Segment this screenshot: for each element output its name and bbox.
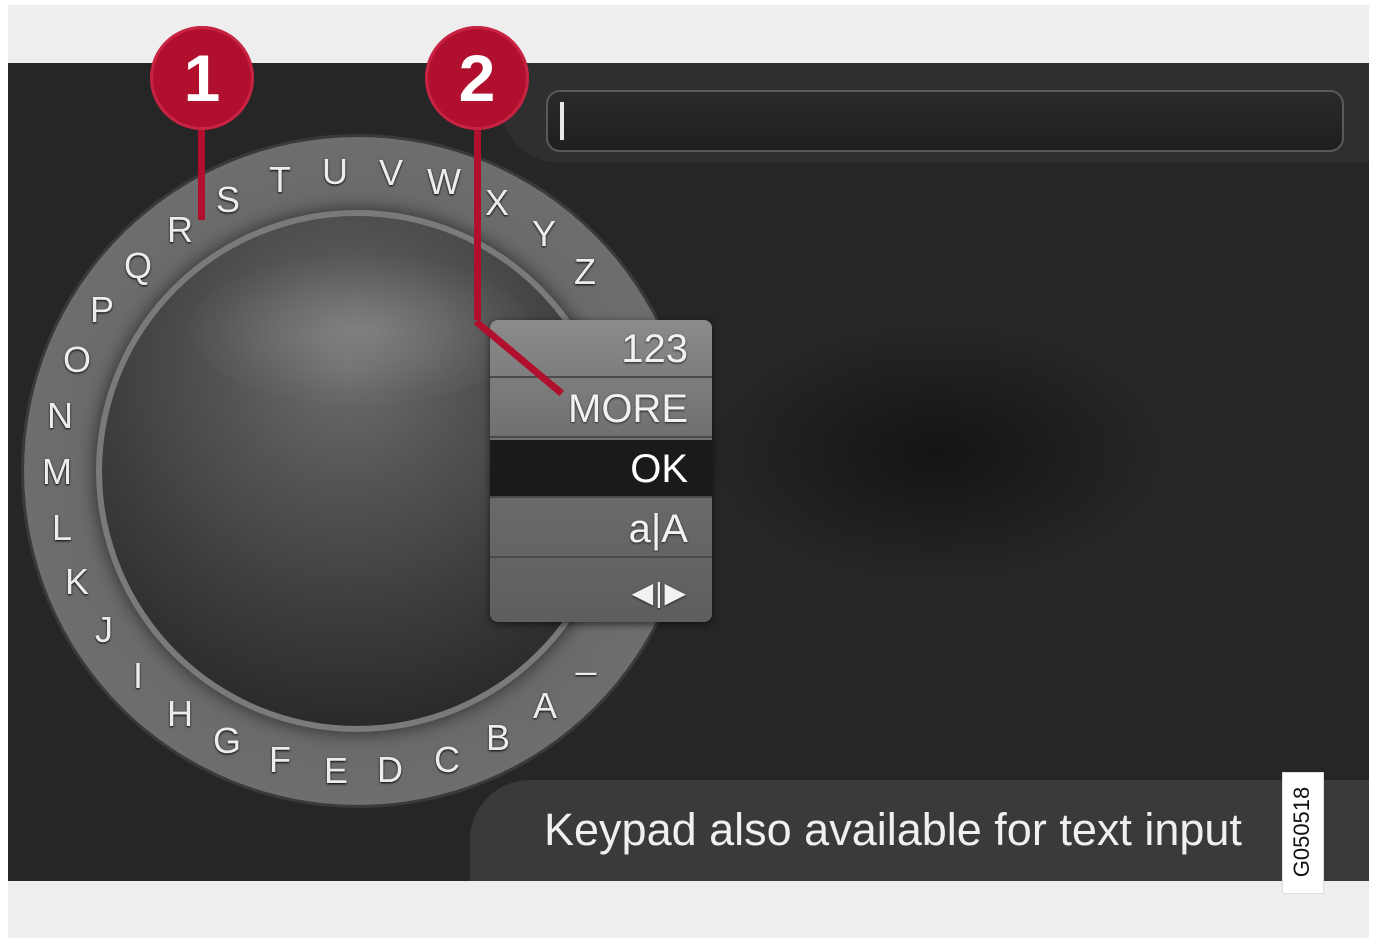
keypad-hint-text: Keypad also available for text input xyxy=(544,804,1242,855)
wheel-letter[interactable]: M xyxy=(37,454,77,494)
wheel-letter[interactable]: L xyxy=(42,510,82,550)
menu-item-cursor-move[interactable]: ◀|▶ xyxy=(490,560,712,618)
wheel-letter[interactable]: R xyxy=(160,212,200,252)
wheel-letter[interactable]: K xyxy=(57,564,97,604)
menu-item-numbers[interactable]: 123 xyxy=(490,320,712,378)
callout-2-badge: 2 xyxy=(425,26,529,130)
menu-item-ok[interactable]: OK xyxy=(490,440,712,498)
background-shade xyxy=(708,323,1168,583)
wheel-letter[interactable]: S xyxy=(208,182,248,222)
callout-1-leader xyxy=(198,120,205,220)
wheel-letter[interactable]: T xyxy=(260,162,300,202)
wheel-letter[interactable]: U xyxy=(315,154,355,194)
wheel-letter[interactable]: J xyxy=(84,612,124,652)
wheel-letter[interactable]: D xyxy=(370,752,410,792)
wheel-letter[interactable]: I xyxy=(118,658,158,698)
wheel-letter[interactable]: E xyxy=(316,753,356,793)
wheel-letter[interactable]: G xyxy=(207,723,247,763)
text-input-field[interactable] xyxy=(546,90,1344,152)
wheel-letter[interactable]: F xyxy=(260,742,300,782)
wheel-letter[interactable]: C xyxy=(427,742,467,782)
image-code: G050518 xyxy=(1289,786,1314,878)
wheel-letter[interactable]: O xyxy=(57,342,97,382)
wheel-letter[interactable]: W xyxy=(424,164,464,204)
wheel-letter[interactable]: Q xyxy=(118,248,158,288)
bottom-margin xyxy=(8,881,1369,938)
wheel-letter[interactable]: P xyxy=(82,292,122,332)
wheel-letter[interactable]: H xyxy=(160,696,200,736)
callout-2-leader-vertical xyxy=(474,120,481,320)
wheel-letter[interactable]: Y xyxy=(524,216,564,256)
wheel-letter[interactable]: V xyxy=(371,155,411,195)
figure-frame: A B C D E F G H I J K L M N O P Q R S T … xyxy=(0,0,1375,938)
wheel-letter[interactable]: B xyxy=(478,720,518,760)
wheel-letter[interactable]: Z xyxy=(565,254,605,294)
text-cursor xyxy=(560,102,564,140)
wheel-letter[interactable]: _ xyxy=(566,638,606,678)
wheel-letter[interactable]: A xyxy=(525,688,565,728)
wheel-letter[interactable]: N xyxy=(40,398,80,438)
menu-item-more[interactable]: MORE xyxy=(490,380,712,438)
menu-item-case-toggle[interactable]: a|A xyxy=(490,500,712,558)
left-right-arrows-icon: ◀|▶ xyxy=(631,577,688,608)
wheel-letter[interactable]: X xyxy=(477,185,517,225)
callout-1-badge: 1 xyxy=(150,26,254,130)
